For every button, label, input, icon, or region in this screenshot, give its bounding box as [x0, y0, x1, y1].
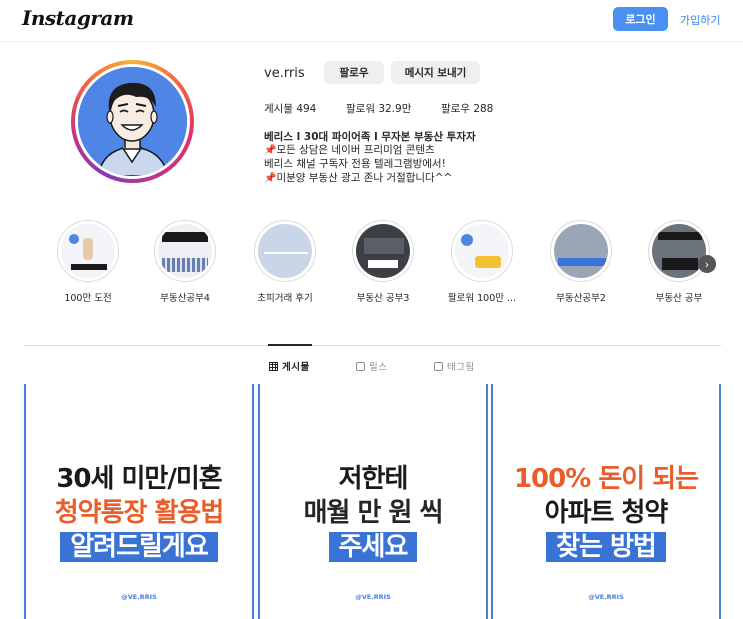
profile-avatar[interactable]	[71, 60, 194, 183]
tag-icon	[434, 361, 443, 371]
follow-button[interactable]: 팔로우	[324, 61, 384, 84]
highlight-item[interactable]: 부동산공부2	[536, 220, 626, 304]
chevron-right-icon[interactable]: ›	[698, 255, 716, 273]
message-button[interactable]: 메시지 보내기	[391, 61, 480, 84]
pushpin-icon: 📌	[264, 145, 277, 156]
highlight-label: 부동산공부2	[556, 293, 606, 304]
bio-line-2: 베리스 채널 구독자 전용 텔레그램방에서!	[264, 158, 446, 170]
highlight-thumbnail	[61, 224, 115, 278]
post-line: 아파트 청약	[544, 498, 669, 528]
tab-tagged[interactable]: 태그됨	[434, 359, 475, 373]
highlight-item[interactable]: 부동산공부4	[140, 220, 230, 304]
post-line: 주세요	[328, 532, 418, 562]
pushpin-icon: 📌	[264, 173, 277, 184]
highlight-item[interactable]: 100만 도전	[43, 220, 133, 304]
highlight-thumbnail	[356, 224, 410, 278]
avatar-illustration	[78, 67, 187, 176]
post-handle: @VE.RRIS	[121, 593, 157, 601]
tab-reels[interactable]: 릴스	[356, 359, 387, 373]
highlight-thumbnail	[158, 224, 212, 278]
highlight-thumbnail	[554, 224, 608, 278]
profile-username: ve.rris	[264, 66, 305, 81]
stat-following[interactable]: 팔로우 288	[441, 101, 493, 116]
tab-divider	[24, 345, 721, 346]
post-line: 찾는 방법	[546, 532, 666, 562]
bio-line-1: 모든 상담은 네이버 프리미엄 콘텐츠	[276, 144, 435, 156]
post-line: 만 원 씩	[349, 498, 444, 528]
highlight-label: 부동산 공부3	[356, 293, 410, 304]
highlight-item[interactable]: 팔로워 100만 ...	[437, 220, 527, 304]
highlight-label: 100만 도전	[64, 293, 112, 304]
reels-icon	[356, 361, 365, 371]
post-line: 30세 미만/미혼	[56, 464, 222, 494]
highlight-label: 부동산공부4	[160, 293, 210, 304]
grid-icon	[269, 361, 278, 371]
bio-line-3: 미분양 부동산 광고 존나 거절합니다^^	[276, 172, 453, 184]
highlight-label: 팔로워 100만 ...	[447, 293, 517, 304]
highlight-thumbnail	[455, 224, 509, 278]
post-line: 저한테	[338, 464, 409, 494]
post-line: 청약통장 활용법	[54, 498, 225, 528]
stat-posts: 게시물 494	[264, 103, 317, 115]
highlight-label: 부동산 공부	[655, 293, 703, 304]
active-tab-indicator	[268, 344, 312, 346]
post-line: 알려드릴게요	[60, 532, 218, 562]
post-tile[interactable]: 저한테 매월 만 원 씩 주세요 @VE.RRIS	[258, 384, 488, 619]
post-handle: @VE.RRIS	[355, 593, 391, 601]
signup-link[interactable]: 가입하기	[680, 12, 720, 28]
top-nav: Instagram 로그인 가입하기	[0, 0, 743, 42]
post-tile[interactable]: 30세 미만/미혼 청약통장 활용법 알려드릴게요 @VE.RRIS	[24, 384, 254, 619]
login-button[interactable]: 로그인	[613, 7, 668, 31]
highlight-item[interactable]: 초피거래 후기	[240, 220, 330, 304]
tab-posts[interactable]: 게시물	[269, 359, 310, 373]
stat-followers[interactable]: 팔로워 32.9만	[346, 101, 411, 116]
post-line: 100% 돈이 되는	[513, 464, 699, 494]
post-line: 매월	[303, 498, 351, 528]
post-handle: @VE.RRIS	[588, 593, 624, 601]
highlight-label: 초피거래 후기	[257, 293, 313, 304]
instagram-logo[interactable]: Instagram	[22, 6, 134, 30]
highlight-thumbnail	[258, 224, 312, 278]
highlight-item[interactable]: 부동산 공부3	[338, 220, 428, 304]
highlight-thumbnail	[652, 224, 706, 278]
post-tile[interactable]: 100% 돈이 되는 아파트 청약 찾는 방법 @VE.RRIS	[491, 384, 721, 619]
